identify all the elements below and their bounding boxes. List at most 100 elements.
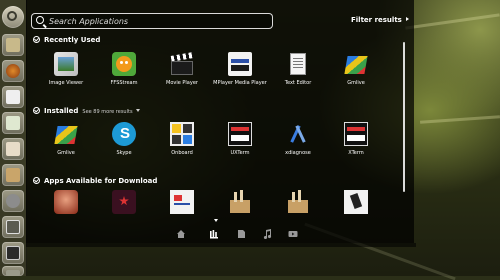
- app-uxterm[interactable]: UXTerm: [210, 122, 270, 162]
- launcher-software-center[interactable]: [2, 164, 24, 186]
- app-label: FFSStream: [110, 80, 138, 86]
- download-app-item[interactable]: [210, 190, 270, 220]
- filter-results-label: Filter results: [351, 16, 402, 24]
- wallpaper-streak: [405, 13, 500, 30]
- search-input[interactable]: [49, 14, 269, 28]
- recent-section-icon: [33, 36, 40, 43]
- app-text-editor[interactable]: Text Editor: [268, 52, 328, 92]
- see-more-results-link[interactable]: See 89 more results: [82, 109, 132, 115]
- dash-panel: Filter results Recently Used Image Viewe…: [26, 0, 414, 243]
- section-installed[interactable]: Installed See 89 more results: [33, 107, 140, 115]
- lens-bar: [176, 223, 306, 240]
- app-label: MPlayer Media Player: [213, 80, 267, 86]
- skype-icon: S: [112, 122, 136, 146]
- text-editor-icon: [286, 52, 310, 76]
- app-label: Image Viewer: [48, 80, 84, 86]
- document-icon: [6, 90, 20, 104]
- video-lens-button[interactable]: [288, 224, 298, 237]
- launcher-document[interactable]: [2, 86, 24, 108]
- launcher-browser[interactable]: [2, 60, 24, 82]
- applications-lens-icon: [210, 230, 218, 239]
- section-apps-available-for-download[interactable]: Apps Available for Download: [33, 177, 157, 185]
- terminal-icon: [344, 122, 368, 146]
- download-app-icon: [112, 190, 136, 214]
- folder-icon: [6, 38, 20, 52]
- app-movie-player[interactable]: Movie Player: [152, 52, 212, 92]
- section-title: Apps Available for Download: [44, 177, 158, 185]
- search-icon: [36, 16, 44, 24]
- app-label: XTerm: [348, 150, 364, 156]
- app-label: Skype: [116, 150, 132, 156]
- app-ffsstream[interactable]: FFSStream: [94, 52, 154, 92]
- download-app-icon: [344, 190, 368, 214]
- ffsstream-icon: [112, 52, 136, 76]
- mplayer-icon: [228, 52, 252, 76]
- download-app-item[interactable]: [36, 190, 96, 220]
- installed-section-icon: [33, 107, 40, 114]
- launcher-folder[interactable]: [2, 34, 24, 56]
- files-lens-icon: [238, 230, 245, 238]
- section-title: Recently Used: [44, 36, 101, 44]
- launcher-presentation[interactable]: [2, 138, 24, 160]
- image-viewer-icon: [54, 52, 78, 76]
- dash-panel-edge: [26, 243, 416, 247]
- trash-icon: [6, 270, 20, 276]
- chevron-down-icon: [135, 109, 140, 112]
- download-app-item[interactable]: [268, 190, 328, 220]
- app-xdiagnose[interactable]: xdiagnose: [268, 122, 328, 162]
- home-lens-icon: [177, 230, 185, 238]
- app-label: Gmlive: [57, 150, 75, 156]
- terminal-icon: [228, 122, 252, 146]
- music-lens-button[interactable]: [262, 224, 272, 240]
- active-lens-marker: [214, 219, 218, 222]
- section-recently-used[interactable]: Recently Used: [33, 36, 100, 44]
- app-gmlive[interactable]: Gmlive: [36, 122, 96, 162]
- app-label: Movie Player: [166, 80, 198, 86]
- app-label: UXTerm: [230, 150, 250, 156]
- launcher-settings[interactable]: [2, 190, 24, 212]
- launcher: [0, 0, 27, 276]
- xdiagnose-icon: [286, 122, 310, 146]
- keyboard-icon: [170, 122, 194, 146]
- launcher-trash[interactable]: [2, 266, 24, 276]
- applications-lens-button[interactable]: [209, 224, 219, 239]
- launcher-workspace[interactable]: [2, 216, 24, 238]
- video-lens-icon: [288, 231, 298, 237]
- app-mplayer[interactable]: MPlayer Media Player: [210, 52, 270, 92]
- home-lens-button[interactable]: [176, 224, 186, 238]
- app-onboard[interactable]: Onboard: [152, 122, 212, 162]
- filter-results-button[interactable]: Filter results: [351, 16, 409, 24]
- app-xterm[interactable]: XTerm: [326, 122, 386, 162]
- app-label: Gmlive: [347, 80, 365, 86]
- app-image-viewer[interactable]: Image Viewer: [36, 52, 96, 92]
- download-app-icon: [170, 190, 194, 214]
- files-lens-button[interactable]: [236, 224, 246, 238]
- app-skype[interactable]: S Skype: [94, 122, 154, 162]
- app-label: Text Editor: [284, 80, 312, 86]
- download-section-icon: [33, 177, 40, 184]
- gmlive-icon: [54, 122, 78, 146]
- results-scrollbar[interactable]: [403, 42, 405, 192]
- wallpaper-streak: [419, 115, 500, 124]
- app-label: xdiagnose: [285, 150, 311, 156]
- app-gmlive-recent[interactable]: Gmlive: [326, 52, 386, 92]
- search-box[interactable]: [31, 13, 273, 29]
- dash-home-button[interactable]: [2, 6, 24, 28]
- download-app-item[interactable]: [152, 190, 212, 220]
- dash-home-icon: [7, 11, 17, 21]
- download-app-item[interactable]: [94, 190, 154, 220]
- music-lens-icon: [263, 229, 272, 240]
- presentation-icon: [6, 142, 20, 156]
- package-icon: [286, 190, 310, 214]
- download-app-icon: [54, 190, 78, 214]
- app-label: Onboard: [171, 150, 193, 156]
- download-app-item[interactable]: [326, 190, 386, 220]
- package-icon: [228, 190, 252, 214]
- terminal-icon: [6, 246, 20, 260]
- launcher-terminal[interactable]: [2, 242, 24, 264]
- web-browser-icon: [6, 64, 20, 78]
- section-title: Installed: [44, 107, 79, 115]
- clapperboard-icon: [170, 52, 194, 76]
- workspace-icon: [6, 220, 20, 234]
- launcher-spreadsheet[interactable]: [2, 112, 24, 134]
